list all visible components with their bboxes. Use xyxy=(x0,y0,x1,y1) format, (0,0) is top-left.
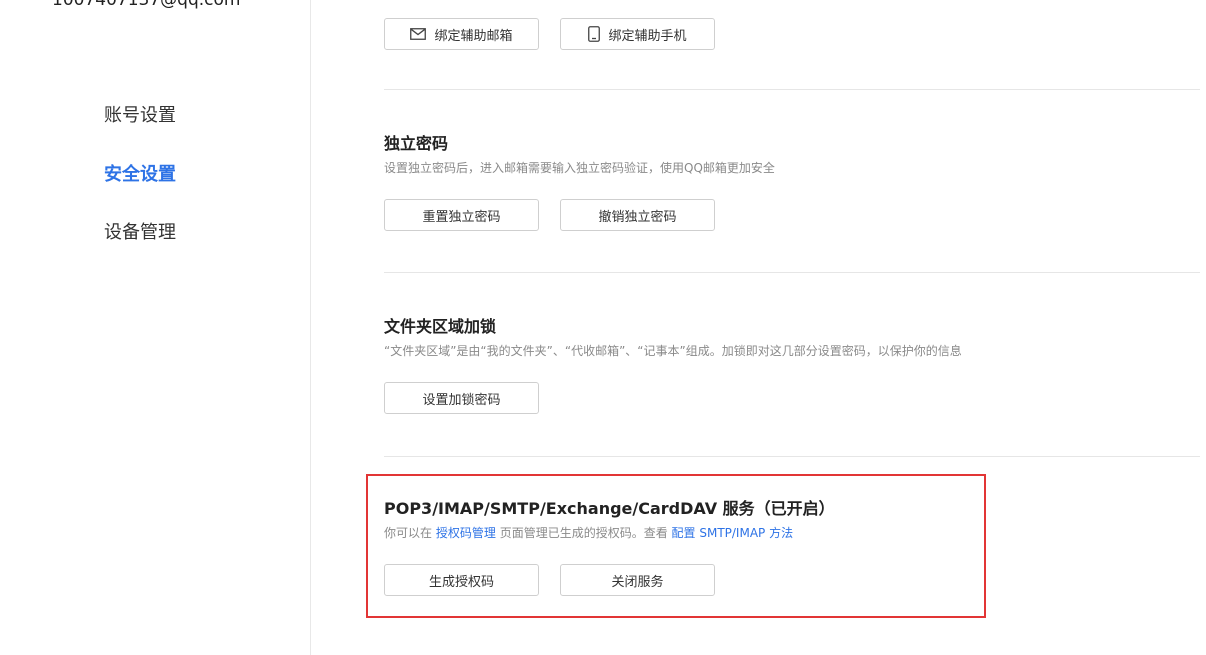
standalone-password-description: 设置独立密码后，进入邮箱需要输入独立密码验证，使用QQ邮箱更加安全 xyxy=(384,161,775,175)
divider xyxy=(384,89,1200,90)
bind-auxiliary-phone-label: 绑定辅助手机 xyxy=(608,28,687,44)
standalone-password-section: 独立密码 设置独立密码后，进入邮箱需要输入独立密码验证，使用QQ邮箱更加安全 重… xyxy=(384,133,1200,231)
bind-auxiliary-email-button[interactable]: 绑定辅助邮箱 xyxy=(384,18,539,50)
bind-auxiliary-email-label: 绑定辅助邮箱 xyxy=(434,28,513,44)
sidebar-item-account-settings[interactable]: 账号设置 xyxy=(104,101,176,127)
sidebar: 1007407137@qq.com 账号设置 安全设置 设备管理 xyxy=(0,0,311,655)
divider xyxy=(384,456,1200,457)
folder-lock-description: “文件夹区域”是由“我的文件夹”、“代收邮箱”、“记事本”组成。加锁即对这几部分… xyxy=(384,344,962,358)
sidebar-item-security-settings[interactable]: 安全设置 xyxy=(104,160,176,186)
bind-auxiliary-phone-button[interactable]: 绑定辅助手机 xyxy=(560,18,715,50)
highlight-box xyxy=(366,474,986,618)
divider xyxy=(384,272,1200,273)
folder-lock-section: 文件夹区域加锁 “文件夹区域”是由“我的文件夹”、“代收邮箱”、“记事本”组成。… xyxy=(384,316,1200,414)
folder-lock-title: 文件夹区域加锁 xyxy=(384,317,497,336)
set-folder-lock-password-button[interactable]: 设置加锁密码 xyxy=(384,382,539,414)
security-settings-page: 1007407137@qq.com 账号设置 安全设置 设备管理 绑定辅助邮箱 … xyxy=(0,0,1206,655)
standalone-password-title: 独立密码 xyxy=(384,134,449,153)
account-email: 1007407137@qq.com xyxy=(52,0,241,10)
revoke-standalone-password-button[interactable]: 撤销独立密码 xyxy=(560,199,715,231)
mail-icon xyxy=(410,28,427,40)
mobile-phone-icon xyxy=(588,26,601,42)
sidebar-item-device-management[interactable]: 设备管理 xyxy=(104,218,176,244)
reset-standalone-password-button[interactable]: 重置独立密码 xyxy=(384,199,539,231)
